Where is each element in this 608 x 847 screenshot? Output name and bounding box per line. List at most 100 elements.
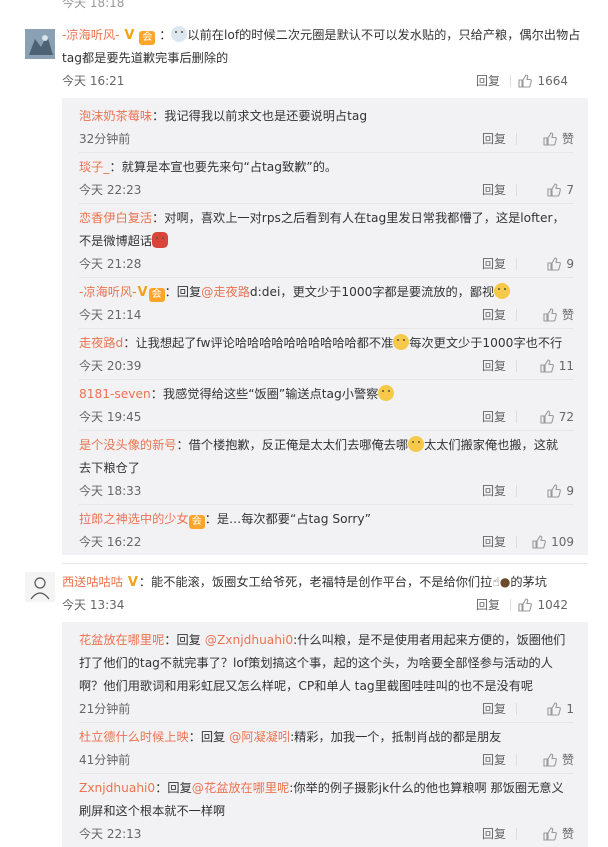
emoji-icon [393,334,410,350]
timestamp: 今天 22:23 [79,183,142,197]
like-count: 赞 [561,308,574,322]
timestamp: 今天 13:34 [62,598,125,612]
avatar[interactable] [25,29,55,59]
like-button[interactable]: 7 [547,179,574,201]
mention-link[interactable]: @走夜路 [201,285,250,299]
thumbs-up-icon [547,257,562,271]
comment-text-cont: 的茅坑 [510,575,547,589]
reply-item: 花盆放在哪里呢：回复 @Zxnjdhuahi0:什么叫粮，是不是使用者用起来方便… [79,626,574,723]
reply-button[interactable]: 回复 [476,70,500,92]
reply-item: 拉郎之神选中的少女会：是…每次都要“占tag Sorry” 今天 16:22 回复… [79,505,574,555]
like-button[interactable]: 9 [547,253,574,275]
thumbs-up-icon [547,702,562,716]
comment: 西送咕咕咕 V：能不能滚，饭圈女工给爷死，老福特是创作平台，不是给你们拉☝●的茅… [0,570,608,616]
thumbs-up-icon [540,359,554,373]
like-button[interactable]: 赞 [543,749,574,771]
reply-item: 杜立德什么时候上映：回复 @阿凝凝吲:精彩，加我一个，抵制肖战的都是朋友 41分… [79,723,574,774]
like-button[interactable]: 赞 [543,128,574,150]
timestamp: 今天 21:14 [79,308,142,322]
reply-item: 恋香伊白复活：对啊，喜欢上一对rps之后看到有人在tag里发日常我都懵了，这是l… [79,204,574,278]
timestamp: 41分钟前 [79,753,131,767]
emoji-icon [494,283,511,299]
reply-button[interactable]: 回复 [476,594,500,616]
avatar[interactable] [25,572,55,602]
like-button[interactable]: 11 [540,355,574,377]
thumbs-up-icon [518,598,533,612]
reply-item: 是个没头像的新号：借个楼抱歉，反正俺是太太们去哪俺去哪 太太们搬家俺也搬，这就去下… [79,431,574,505]
timestamp: 今天 16:22 [79,535,142,549]
username[interactable]: 走夜路d [79,336,123,350]
reply-button[interactable]: 回复 [482,531,506,553]
like-count: 赞 [561,132,574,146]
reply-button[interactable]: 回复 [482,355,506,377]
like-button[interactable]: 109 [532,531,574,553]
username[interactable]: 花盆放在哪里呢 [79,633,164,647]
thumbs-up-icon [532,535,546,549]
thumbs-up-icon [543,132,557,146]
reply-button[interactable]: 回复 [482,749,506,771]
reply-text-cont: :精彩，加我一个，抵制肖战的都是朋友 [290,730,502,744]
like-button[interactable]: 1 [547,698,574,720]
reply-text: ：我感觉得给这些“饭圈”输送点tag小警察 [150,387,379,401]
reply-item: 8181-seven：我感觉得给这些“饭圈”输送点tag小警察 今天 19:45… [79,380,574,431]
username[interactable]: -凉海听风- [62,28,120,42]
vip-badge-icon: 会 [188,515,205,529]
timestamp: 今天 20:39 [79,359,142,373]
username[interactable]: 琰子_ [79,160,109,174]
verified-icon: V [127,575,138,590]
like-button[interactable]: 赞 [543,304,574,326]
username[interactable]: 西送咕咕咕 [62,575,123,589]
reply-item: 走夜路d：让我想起了fw评论哈哈哈哈哈哈哈哈哈哈都不准 每次更文少于1000字也不… [79,329,574,380]
username[interactable]: Zxnjdhuahi0 [79,781,155,795]
like-button[interactable]: 1664 [518,70,568,92]
timestamp: 今天 18:33 [79,484,142,498]
reply-button[interactable]: 回复 [482,179,506,201]
username[interactable]: 是个没头像的新号 [79,438,177,452]
verified-icon: V [137,285,148,300]
like-button[interactable]: 72 [540,406,574,428]
username[interactable]: 恋香伊白复活 [79,211,152,225]
timestamp: 今天 19:45 [79,410,142,424]
username[interactable]: -凉海听风- [79,285,137,299]
comment-text: ：能不能滚，饭圈女工给爷死，老福特是创作平台，不是给你们拉 [138,575,493,589]
reply-button[interactable]: 回复 [482,253,506,275]
comment: -凉海听风- V 会 ：以前在lof的时候二次元圈是默认不可以发水贴的，只给产粮… [0,23,608,92]
reply-text: ：回复 [164,285,202,299]
like-count: 1042 [537,598,568,612]
timestamp: 今天 16:21 [62,74,125,88]
username[interactable]: 拉郎之神选中的少女 [79,512,189,526]
like-count: 72 [558,410,574,424]
emoji-icon [171,26,188,42]
timestamp: 今天 21:28 [79,257,142,271]
hand-icon: ☝ [492,575,500,589]
mention-link[interactable]: @Zxnjdhuahi0 [205,633,293,647]
reply-text: ：就算是本宣也要先来句“占tag致歉”的。 [109,160,338,174]
reply-text: ：回复 [164,633,205,647]
reply-button[interactable]: 回复 [482,304,506,326]
reply-button[interactable]: 回复 [482,698,506,720]
reply-item: 泡沫奶茶莓味：我记得我以前求文也是还要说明占tag 32分钟前 回复 赞 [79,102,574,153]
reply-list: 花盆放在哪里呢：回复 @Zxnjdhuahi0:什么叫粮，是不是使用者用起来方便… [62,622,588,847]
reply-button[interactable]: 回复 [482,128,506,150]
like-button[interactable]: 1042 [518,594,568,616]
username[interactable]: 杜立德什么时候上映 [79,730,189,744]
username[interactable]: 8181-seven [79,387,151,401]
reply-text: ：让我想起了fw评论哈哈哈哈哈哈哈哈哈哈都不准 [123,336,394,350]
like-button[interactable]: 9 [547,480,574,502]
poop-icon: ● [499,575,511,589]
like-count: 赞 [561,753,574,767]
reply-item: 琰子_：就算是本宣也要先来句“占tag致歉”的。 今天 22:23 回复 7 [79,153,574,204]
vip-badge-icon: 会 [148,288,165,302]
mention-link[interactable]: @阿凝凝吲 [229,730,290,744]
thumbs-up-icon [543,753,557,767]
reply-button[interactable]: 回复 [482,406,506,428]
username[interactable]: 泡沫奶茶莓味 [79,109,152,123]
thumbs-up-icon [543,827,557,841]
thumbs-up-icon [543,308,557,322]
thumbs-up-icon [540,410,554,424]
reply-item: -凉海听风-V 会：回复@走夜路d:dei，更文少于1000字都是要流放的，鄙视 … [79,278,574,329]
reply-text-cont: 每次更文少于1000字也不行 [409,336,563,350]
mention-link[interactable]: @花盆放在哪里呢 [192,781,290,795]
reply-text: ：回复 [188,730,230,744]
reply-button[interactable]: 回复 [482,480,506,502]
